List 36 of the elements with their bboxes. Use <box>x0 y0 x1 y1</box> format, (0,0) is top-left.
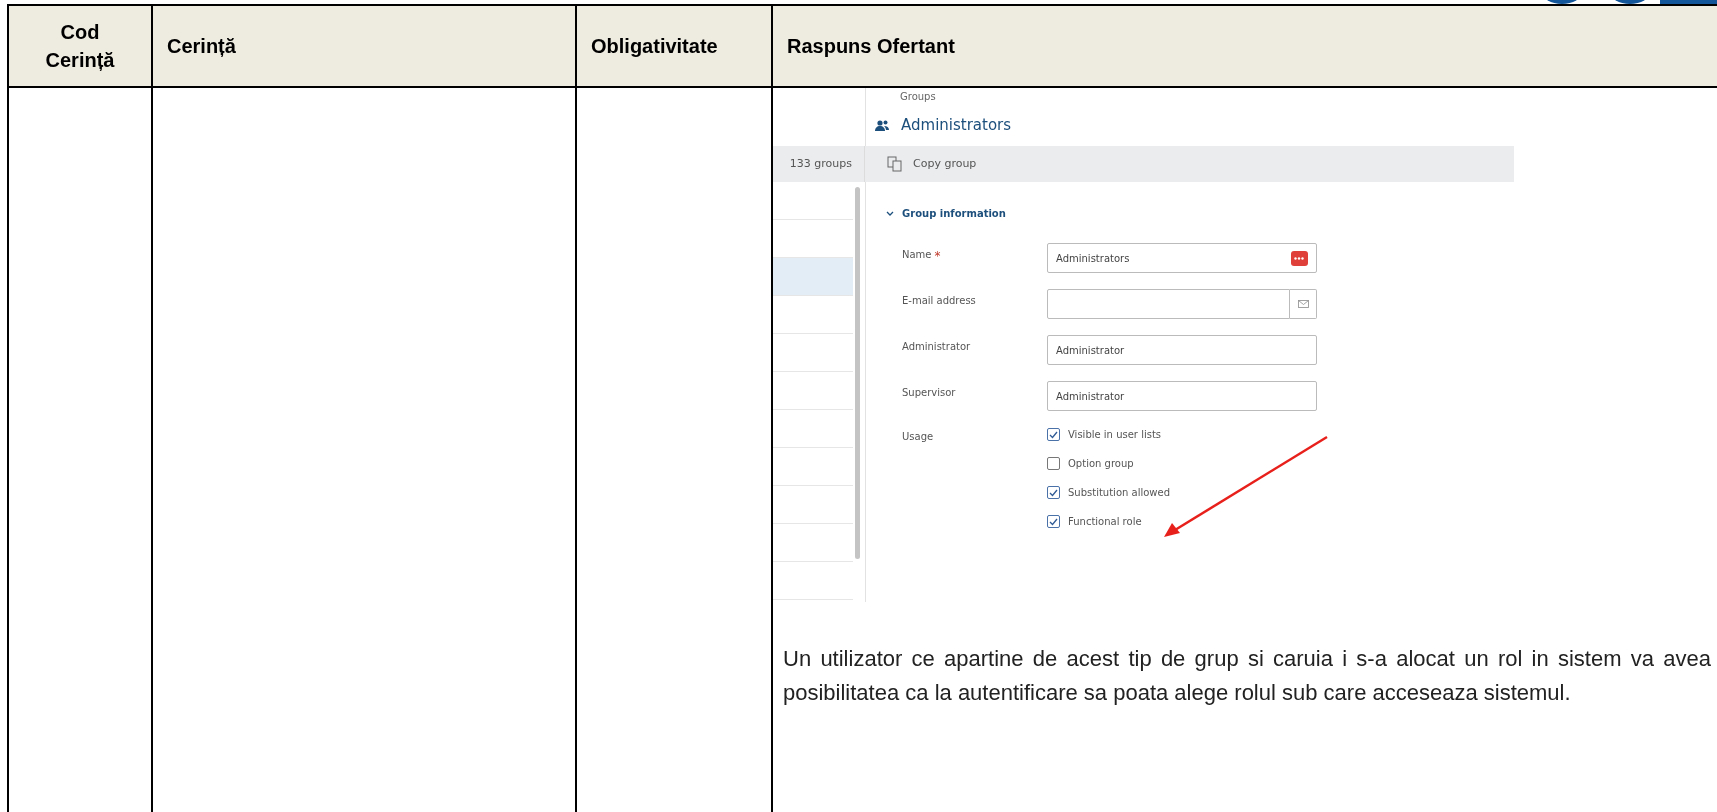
group-count: 133 groups <box>789 155 852 172</box>
checkbox-label: Option group <box>1068 457 1134 471</box>
column-header: Obligativitate <box>591 34 718 59</box>
field-label: Supervisor <box>902 386 956 400</box>
field-label: Usage <box>902 431 934 442</box>
description-paragraph: Un utilizator ce apartine de acest tip de grup si caruia i s-a alocat un rol in sistem va avea posibilitatea ca la autentificare sa poata alege rolul sub care acceseaza sistemul. <box>783 645 1711 707</box>
list-row[interactable] <box>773 258 853 296</box>
email-button[interactable] <box>1290 289 1317 319</box>
column-header: Cerință <box>167 34 236 59</box>
password-manager-icon <box>1291 251 1308 266</box>
chevron-down-icon <box>886 210 894 217</box>
field-label: Name <box>902 248 932 262</box>
input-field[interactable]: Administrator <box>1047 381 1317 411</box>
people-icon <box>875 119 889 131</box>
breadcrumb[interactable]: Groups <box>900 89 936 104</box>
page-title: Administrators <box>901 115 1012 136</box>
checkbox[interactable] <box>1047 428 1060 441</box>
checkbox[interactable] <box>1047 515 1060 528</box>
field-label: Administrator <box>902 340 971 354</box>
checkbox-label: Functional role <box>1068 515 1142 529</box>
input-field[interactable] <box>1047 289 1290 319</box>
checkbox-label: Substitution allowed <box>1068 486 1171 500</box>
column-header: Raspuns Ofertant <box>787 34 955 59</box>
input-field[interactable]: Administrator <box>1047 335 1317 365</box>
section-header[interactable]: Group information <box>886 206 1006 221</box>
envelope-icon <box>1297 300 1309 308</box>
checkbox[interactable] <box>1047 486 1060 499</box>
copy-icon <box>887 156 903 172</box>
input-field[interactable]: Administrators <box>1047 243 1317 273</box>
field-label: E-mail address <box>902 294 976 308</box>
checkbox[interactable] <box>1047 457 1060 470</box>
required-mark: * <box>934 248 941 265</box>
checkbox-label: Visible in user lists <box>1068 428 1162 442</box>
scrollbar[interactable] <box>855 187 860 559</box>
copy-group-button[interactable]: Copy group <box>887 155 977 173</box>
column-header: Cod Cerință <box>44 20 116 73</box>
